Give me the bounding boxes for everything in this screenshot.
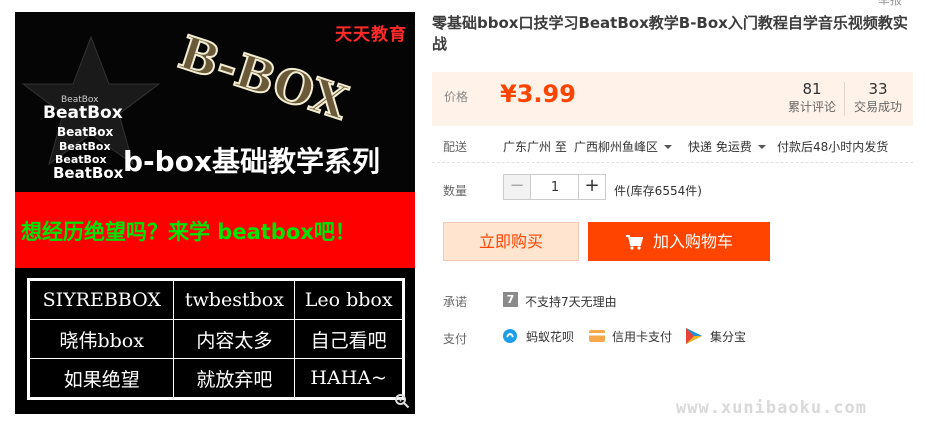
payment-jifenbao[interactable]: 集分宝 bbox=[710, 328, 746, 345]
cloud-word: BeatBox bbox=[53, 164, 124, 182]
grid-cell: 就放弃吧 bbox=[173, 358, 296, 399]
promo-banner-text: 想经历绝望吗？来学 beatbox吧！ bbox=[21, 220, 356, 244]
reviews-count: 81 bbox=[802, 80, 822, 98]
payment-credit-card[interactable]: 信用卡支付 bbox=[612, 328, 672, 345]
price-label: 价格 bbox=[444, 90, 469, 104]
cloud-word: BeatBox bbox=[57, 125, 114, 139]
product-main-image[interactable]: 天天教育 BeatBox BeatBox BeatBox BeatBox Bea… bbox=[15, 12, 415, 414]
grid-cell: 内容太多 bbox=[173, 319, 296, 359]
jifenbao-icon bbox=[686, 328, 702, 344]
delivery-label: 配送 bbox=[443, 140, 468, 154]
info-grid: SIYREBBOX twbestbox Leo bbox 晓伟bbox 内容太多… bbox=[27, 278, 405, 400]
grid-row: 晓伟bbox 内容太多 自己看吧 bbox=[27, 319, 404, 359]
grid-cell: 自己看吧 bbox=[294, 319, 404, 359]
cloud-word: BeatBox bbox=[61, 95, 99, 105]
image-top-area: 天天教育 BeatBox BeatBox BeatBox BeatBox Bea… bbox=[15, 12, 415, 192]
quantity-input[interactable] bbox=[531, 175, 579, 199]
cart-icon bbox=[625, 235, 643, 250]
chevron-down-icon bbox=[664, 145, 673, 149]
credit-card-icon bbox=[589, 330, 605, 342]
zoom-icon[interactable] bbox=[394, 393, 410, 409]
promise-label: 承诺 bbox=[443, 295, 468, 309]
cloud-word: BeatBox bbox=[59, 140, 111, 153]
bbox-logo: B-BOX bbox=[172, 24, 356, 131]
promo-banner: 想经历绝望吗？来学 beatbox吧！ bbox=[15, 192, 415, 268]
delivery-destination-select[interactable]: 广西柳州鱼峰区 bbox=[574, 138, 673, 155]
grid-cell: HAHA~ bbox=[294, 358, 404, 399]
stock-text: 件(库存6554件) bbox=[614, 184, 702, 198]
seven-day-icon: 7 bbox=[503, 292, 518, 307]
reviews-stat[interactable]: 81 累计评论 bbox=[782, 80, 842, 116]
product-title: 零基础bbox口技学习BeatBox教学B-Box入门教程自学音乐视频教实战 bbox=[432, 14, 908, 53]
quantity-label: 数量 bbox=[443, 184, 468, 198]
cloud-word: BeatBox bbox=[43, 103, 123, 123]
transactions-count: 33 bbox=[868, 80, 888, 98]
transactions-label: 交易成功 bbox=[853, 100, 902, 114]
report-link[interactable]: 举报 bbox=[878, 0, 902, 8]
delivery-from: 广东广州 至 bbox=[503, 140, 567, 154]
grid-row: SIYREBBOX twbestbox Leo bbox bbox=[27, 279, 404, 320]
quantity-stepper: − + bbox=[503, 174, 606, 200]
quantity-decrease-button[interactable]: − bbox=[504, 175, 531, 199]
chevron-down-icon bbox=[757, 145, 766, 149]
watermark-text: www.xunibaoku.com bbox=[676, 398, 867, 418]
grid-cell: 如果绝望 bbox=[27, 358, 175, 399]
grid-cell: SIYREBBOX bbox=[27, 279, 175, 320]
payment-label: 支付 bbox=[443, 332, 468, 346]
quantity-increase-button[interactable]: + bbox=[578, 175, 605, 199]
price-box: 价格 ¥3.99 81 累计评论 33 交易成功 bbox=[432, 72, 913, 126]
grid-cell: Leo bbox bbox=[294, 279, 404, 320]
payment-huabei[interactable]: 蚂蚁花呗 bbox=[526, 328, 574, 345]
reviews-label: 累计评论 bbox=[787, 100, 836, 114]
price-value: ¥3.99 bbox=[500, 80, 576, 108]
add-to-cart-label: 加入购物车 bbox=[652, 232, 733, 251]
logo-text: B-BOX bbox=[173, 25, 355, 130]
transactions-stat: 33 交易成功 bbox=[848, 80, 908, 116]
shipping-note: 付款后48小时内发货 bbox=[777, 140, 889, 154]
buy-now-button[interactable]: 立即购买 bbox=[443, 222, 579, 261]
stat-divider bbox=[844, 82, 845, 116]
grid-cell: twbestbox bbox=[173, 279, 296, 320]
delivery-row: 配送 广东广州 至 广西柳州鱼峰区 快递 免运费 付款后48小时内发货 bbox=[432, 134, 913, 163]
grid-cell: 晓伟bbox bbox=[27, 319, 175, 359]
promise-text[interactable]: 不支持7天无理由 bbox=[525, 293, 617, 310]
delivery-destination-text: 广西柳州鱼峰区 bbox=[574, 140, 659, 154]
delivery-method-text: 快递 免运费 bbox=[688, 140, 752, 154]
add-to-cart-button[interactable]: 加入购物车 bbox=[588, 222, 770, 261]
delivery-method-select[interactable]: 快递 免运费 bbox=[688, 138, 766, 155]
huabei-icon bbox=[503, 329, 517, 343]
grid-row: 如果绝望 就放弃吧 HAHA~ bbox=[27, 358, 404, 399]
series-title: b-box基础教学系列 bbox=[123, 145, 381, 178]
